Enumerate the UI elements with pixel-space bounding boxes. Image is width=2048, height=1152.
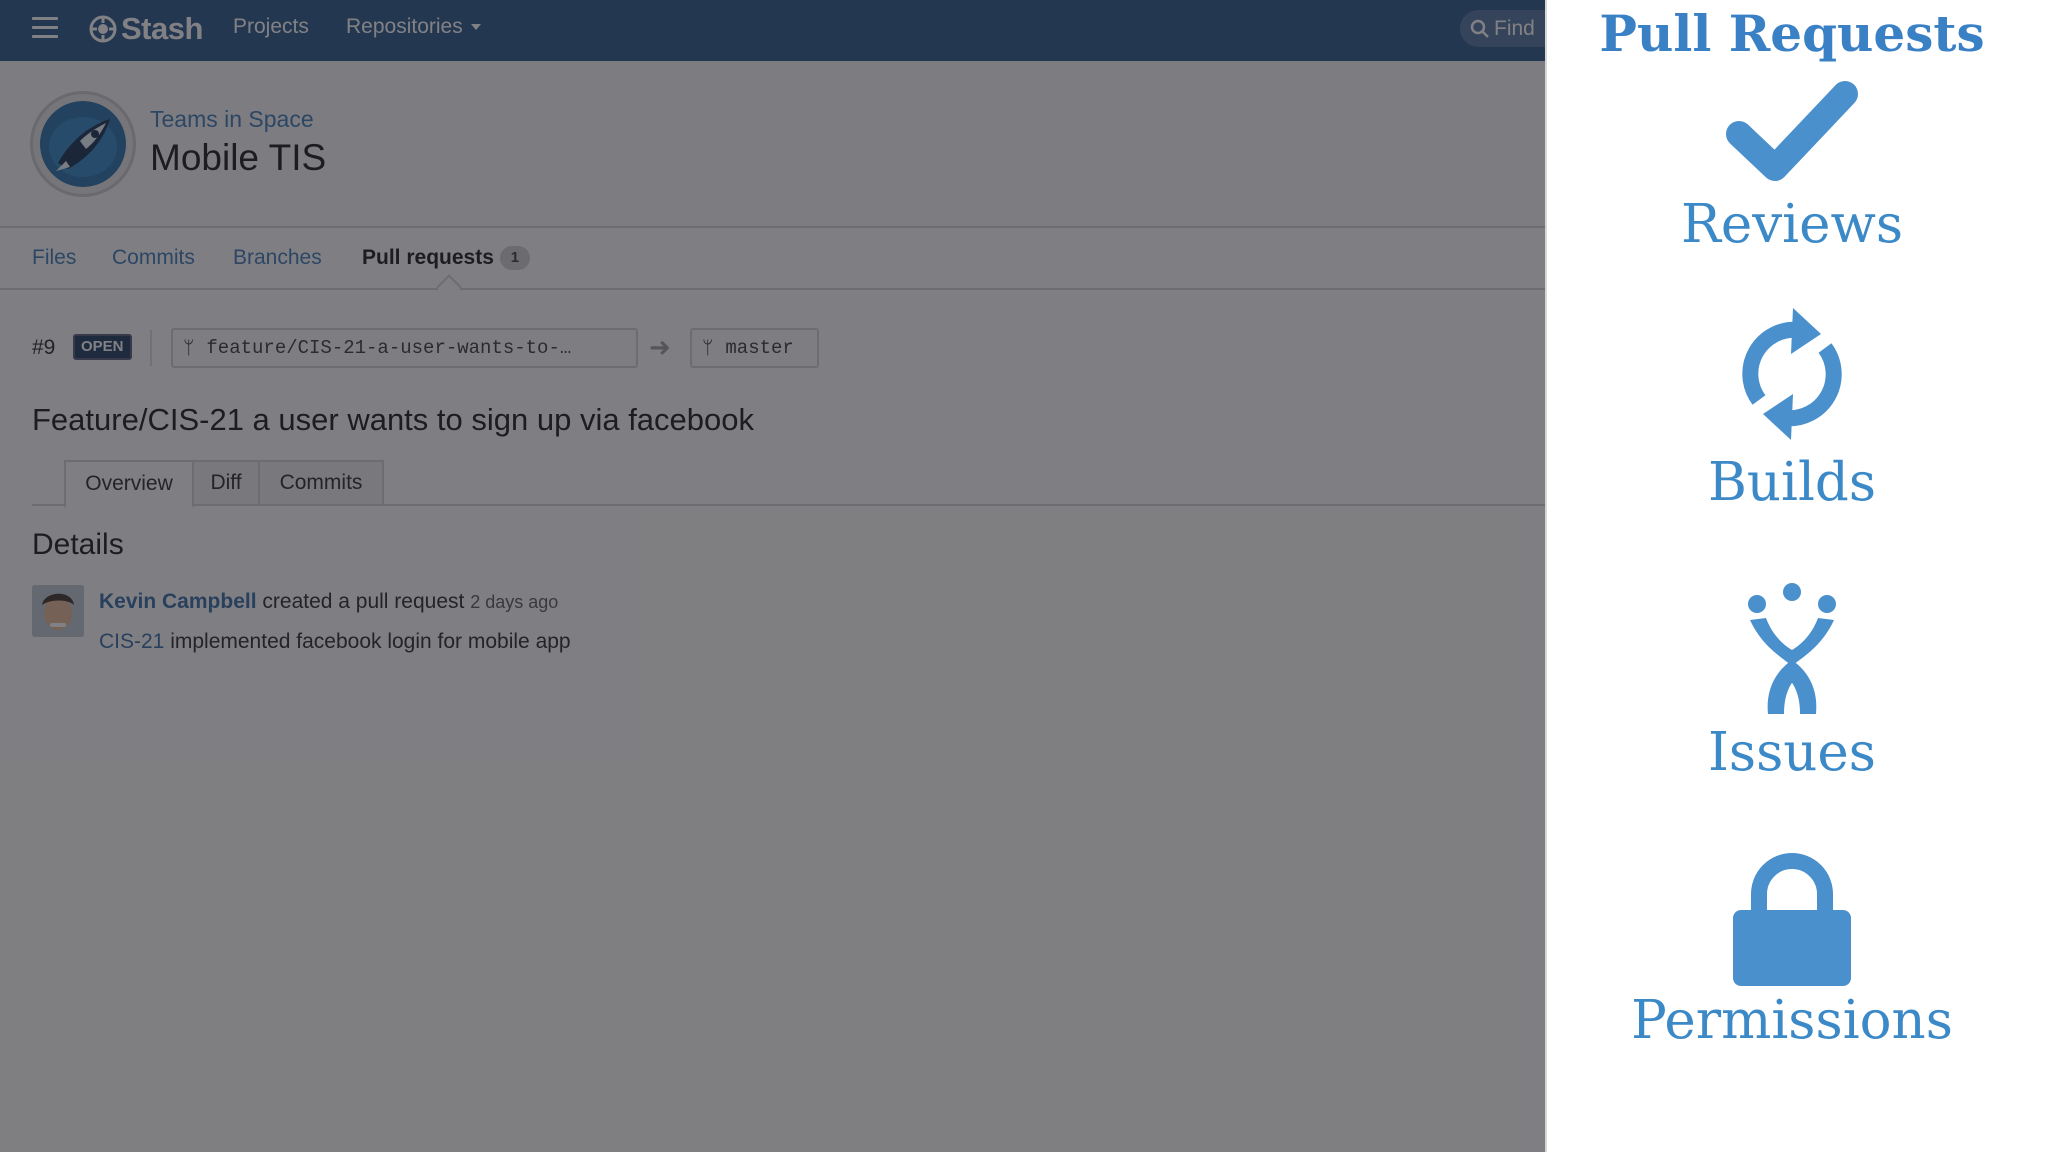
pull-request-title: Feature/CIS-21 a user wants to sign up v… <box>32 402 755 437</box>
lock-icon <box>1733 853 1851 986</box>
source-branch-label: feature/CIS-21-a-user-wants-to-… <box>206 337 572 359</box>
tab-diff[interactable]: Diff <box>192 460 260 506</box>
status-badge: OPEN <box>73 334 132 360</box>
branch-icon: ᛘ <box>702 337 714 359</box>
user-link[interactable]: Kevin Campbell <box>99 590 257 613</box>
branch-icon: ᛘ <box>183 337 195 359</box>
rocket-icon <box>49 117 117 177</box>
repository-header: Teams in Space Mobile TIS <box>0 61 1545 228</box>
jira-icon <box>1748 583 1836 714</box>
arrow-right-icon: ➜ <box>649 332 671 362</box>
feature-issues: Issues <box>1547 582 2037 783</box>
brand-name: Stash <box>121 11 203 46</box>
tab-overview-label: Overview <box>85 472 173 495</box>
activity-action: created a pull request <box>262 590 465 613</box>
avatar[interactable] <box>32 585 84 637</box>
feature-permissions: Permissions <box>1547 848 2037 1051</box>
hamburger-menu-icon[interactable] <box>32 17 58 39</box>
project-link[interactable]: Teams in Space <box>150 106 314 133</box>
target-branch-label: master <box>725 337 794 359</box>
activity-entry: Kevin Campbell created a pull request 2 … <box>99 590 558 614</box>
feature-label: Reviews <box>1680 194 1904 255</box>
pull-request-count-badge: 1 <box>499 246 530 271</box>
search-input[interactable]: Find <box>1460 10 1545 47</box>
repository-tabs: Files Commits Branches Pull requests 1 <box>0 228 1545 290</box>
tab-pull-requests[interactable]: Pull requests 1 <box>362 246 530 271</box>
source-branch[interactable]: ᛘ feature/CIS-21-a-user-wants-to-… <box>171 328 638 368</box>
tab-branches[interactable]: Branches <box>233 246 322 270</box>
nav-repositories-label: Repositories <box>346 15 463 38</box>
tab-files[interactable]: Files <box>32 246 76 270</box>
tab-commits[interactable]: Commits <box>112 246 195 270</box>
feature-reviews: Reviews <box>1547 78 2037 255</box>
search-icon <box>1470 19 1489 38</box>
search-placeholder: Find <box>1494 16 1535 40</box>
stash-logo[interactable]: Stash <box>88 9 203 49</box>
activity-timestamp: 2 days ago <box>470 592 559 612</box>
tab-pull-requests-label: Pull requests <box>362 246 494 269</box>
top-navigation-bar: Stash Projects Repositories Find <box>0 0 1545 61</box>
chevron-down-icon <box>470 24 481 31</box>
feature-label: Permissions <box>1631 990 1953 1051</box>
tab-overview[interactable]: Overview <box>64 460 194 508</box>
feature-panel: Pull Requests Reviews Builds Issues Perm… <box>1545 0 2048 1152</box>
details-heading: Details <box>32 528 124 561</box>
pull-request-tabs: Overview Diff Commits <box>32 460 1545 508</box>
panel-title: Pull Requests <box>1599 4 1985 63</box>
user-photo <box>32 585 84 637</box>
pull-request-id: #9 <box>32 336 56 359</box>
nav-projects[interactable]: Projects <box>233 15 309 39</box>
commit-message-text: implemented facebook login for mobile ap… <box>170 630 571 653</box>
refresh-icon <box>1742 308 1842 440</box>
tab-pr-commits[interactable]: Commits <box>258 460 384 506</box>
commit-message: CIS-21 implemented facebook login for mo… <box>99 630 571 654</box>
feature-label: Issues <box>1707 722 1877 783</box>
stash-logo-icon <box>89 15 117 43</box>
tab-pr-commits-label: Commits <box>279 471 363 494</box>
divider <box>150 330 152 366</box>
nav-repositories[interactable]: Repositories <box>346 15 481 39</box>
stash-app: Stash Projects Repositories Find Teams i… <box>0 0 1545 1152</box>
feature-label: Builds <box>1707 452 1877 513</box>
checkmark-icon <box>1726 81 1858 181</box>
feature-builds: Builds <box>1547 304 2037 513</box>
repository-title: Mobile TIS <box>150 137 327 178</box>
issue-link[interactable]: CIS-21 <box>99 630 164 653</box>
tab-diff-label: Diff <box>210 471 242 494</box>
project-avatar[interactable] <box>30 91 136 197</box>
target-branch[interactable]: ᛘ master <box>690 328 819 368</box>
